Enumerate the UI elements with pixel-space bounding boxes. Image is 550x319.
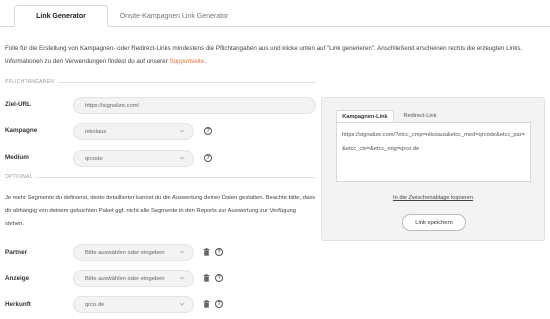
- partner-placeholder: Bitte auswählen oder eingeben: [85, 249, 165, 256]
- label-origin: Herkunft: [5, 301, 31, 308]
- ad-select[interactable]: Bitte auswählen oder eingeben: [73, 270, 194, 287]
- intro-suffix: .: [204, 58, 206, 65]
- help-icon[interactable]: ?: [215, 248, 223, 256]
- origin-select[interactable]: qrco.de: [73, 296, 194, 313]
- help-icon[interactable]: ?: [215, 274, 223, 282]
- support-page-link[interactable]: Supportseite: [169, 58, 204, 65]
- copy-to-clipboard-link[interactable]: In die Zwischenablage kopieren: [322, 195, 544, 201]
- chevron-down-icon: [179, 250, 185, 254]
- chevron-down-icon: [179, 156, 185, 160]
- target-url-value: https://signalize.com/: [85, 102, 140, 109]
- help-icon[interactable]: ?: [204, 127, 212, 135]
- section-label-required: PFLICHTANGABEN: [5, 79, 55, 85]
- campaign-select[interactable]: nikolaus: [73, 123, 194, 140]
- help-icon[interactable]: ?: [204, 154, 212, 162]
- trash-icon[interactable]: [203, 248, 210, 256]
- chevron-down-icon: [179, 276, 185, 280]
- section-rule-optional: [36, 177, 316, 178]
- origin-value: qrco.de: [85, 301, 105, 308]
- label-medium: Medium: [5, 154, 29, 161]
- intro-text: Fülle für die Erstellung von Kampagnen- …: [5, 42, 550, 68]
- tab-onsite-campaign-link-generator[interactable]: Onsite-Kampagnen Link Generator: [108, 5, 240, 27]
- optional-description: Je mehr Segmente du definierst, desto de…: [5, 195, 315, 227]
- medium-select[interactable]: qrcode: [73, 150, 194, 167]
- intro-body: Fülle für die Erstellung von Kampagnen- …: [5, 45, 523, 65]
- ad-placeholder: Bitte auswählen oder eingeben: [85, 275, 165, 282]
- medium-value: qrcode: [85, 155, 103, 162]
- partner-select[interactable]: Bitte auswählen oder eingeben: [73, 244, 194, 261]
- label-partner: Partner: [5, 249, 28, 256]
- label-campaign: Kampagne: [5, 127, 38, 134]
- label-ad: Anzeige: [5, 275, 30, 282]
- help-icon[interactable]: ?: [215, 300, 223, 308]
- chevron-down-icon: [179, 302, 185, 306]
- generated-link-output[interactable]: https://signalize.com/?etcc_cmp=nikolaus…: [336, 122, 531, 182]
- campaign-value: nikolaus: [85, 128, 107, 135]
- save-link-button[interactable]: Link speichern: [402, 214, 466, 231]
- label-target-url: Ziel-URL: [5, 101, 31, 108]
- tab-redirect-link[interactable]: Redirect-Link: [396, 110, 444, 122]
- target-url-input[interactable]: https://signalize.com/: [73, 97, 316, 114]
- trash-icon[interactable]: [203, 300, 210, 308]
- section-rule-required: [58, 82, 316, 83]
- tab-link-generator[interactable]: Link Generator: [14, 5, 108, 27]
- trash-icon[interactable]: [203, 274, 210, 282]
- generated-link-panel: Kampagnen-Link Redirect-Link https://sig…: [321, 97, 545, 241]
- section-label-optional: OPTIONAL: [5, 174, 33, 180]
- chevron-down-icon: [179, 129, 185, 133]
- tab-campaign-link[interactable]: Kampagnen-Link: [336, 110, 394, 122]
